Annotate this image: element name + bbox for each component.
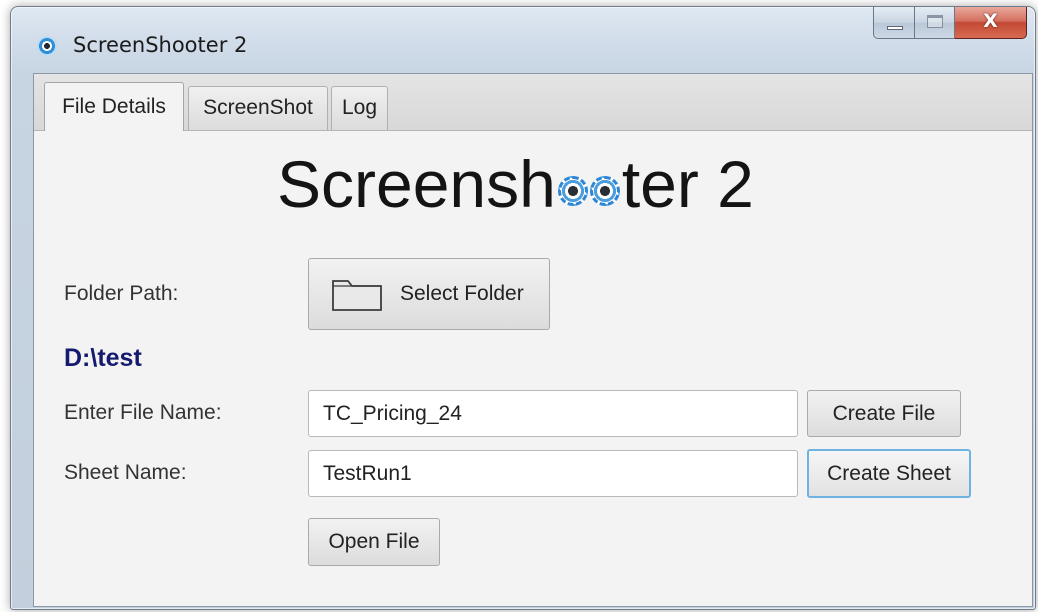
file-name-input[interactable] (308, 390, 798, 437)
create-sheet-button[interactable]: Create Sheet (807, 449, 971, 498)
file-details-panel: Screensh ter 2 Folder Path: Select Folde… (34, 131, 1032, 606)
close-icon: X (983, 10, 998, 32)
app-window: ScreenShooter 2 X File Details ScreenSho… (10, 6, 1036, 610)
tab-screenshot[interactable]: ScreenShot (188, 86, 328, 130)
tab-log[interactable]: Log (331, 86, 388, 130)
client-area: File Details ScreenShot Log Screensh ter… (33, 73, 1033, 607)
minimize-icon (887, 26, 903, 30)
tab-strip: File Details ScreenShot Log (34, 74, 1032, 131)
title-bar[interactable]: ScreenShooter 2 X (11, 7, 1035, 69)
tab-file-details[interactable]: File Details (44, 82, 184, 131)
app-eye-icon (37, 36, 57, 56)
minimize-button[interactable] (873, 7, 915, 39)
window-title: ScreenShooter 2 (73, 33, 248, 57)
sheet-name-label: Sheet Name: (64, 461, 187, 484)
select-folder-label: Select Folder (400, 282, 524, 305)
select-folder-button[interactable]: Select Folder (308, 258, 550, 330)
eye-icon (589, 176, 620, 206)
close-button[interactable]: X (955, 7, 1027, 39)
logo-text-start: Screensh (277, 147, 556, 221)
sheet-name-input[interactable] (308, 450, 798, 497)
open-file-button[interactable]: Open File (308, 518, 440, 566)
folder-path-value: D:\test (64, 344, 142, 372)
maximize-button[interactable] (915, 7, 955, 39)
create-file-button[interactable]: Create File (807, 390, 961, 437)
logo-text-end: ter 2 (621, 147, 754, 221)
folder-icon (332, 280, 382, 311)
app-logo: Screensh ter 2 (277, 151, 754, 217)
logo-eyes (557, 162, 620, 206)
eye-icon (557, 176, 588, 206)
maximize-icon (927, 15, 943, 28)
folder-path-label: Folder Path: (64, 282, 179, 305)
caption-buttons: X (873, 7, 1027, 39)
file-name-label: Enter File Name: (64, 401, 222, 424)
